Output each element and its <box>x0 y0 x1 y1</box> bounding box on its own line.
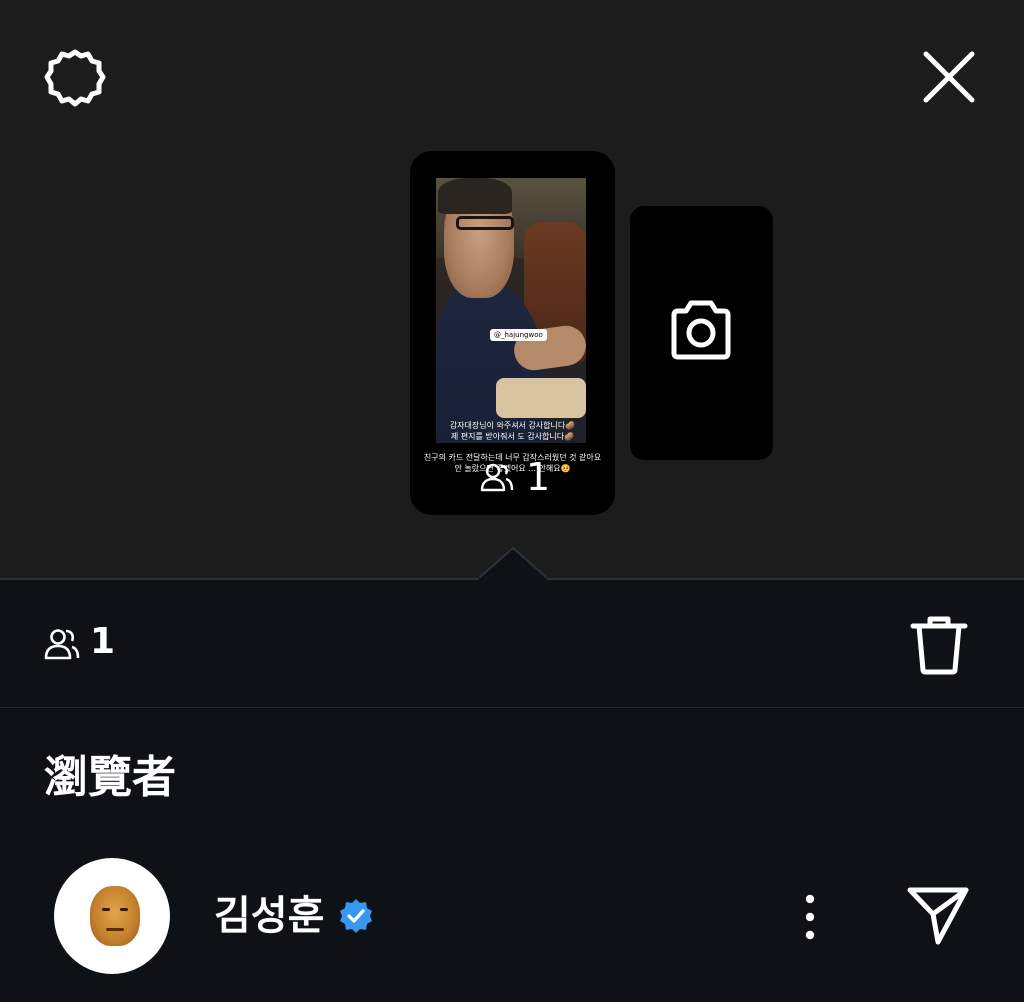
story-caption-top: 감자대장님이 와주셔서 감사합니다🥔 제 편지를 받아줘서 도 감사합니다🥔 <box>410 420 615 442</box>
avatar-face <box>90 886 140 946</box>
section-title: 瀏覽者 <box>44 752 176 803</box>
divider <box>0 707 1024 708</box>
mention-sticker: @_hajungwoo <box>490 329 547 341</box>
story-viewer-count: 1 <box>480 457 550 497</box>
avatar[interactable] <box>54 858 170 974</box>
caption-line: 감자대장님이 와주셔서 감사합니다🥔 <box>449 421 576 430</box>
gear-icon[interactable] <box>40 44 110 114</box>
camera-icon <box>671 300 731 360</box>
caption-line: 제 편지를 받아줘서 도 감사합니다🥔 <box>450 432 575 441</box>
story-thumbnail-selected[interactable]: @_hajungwoo 감자대장님이 와주셔서 감사합니다🥔 제 편지를 받아줘… <box>410 151 615 515</box>
story-viewer-count-value: 1 <box>526 455 551 499</box>
viewer-username[interactable]: 김성훈 <box>214 890 324 942</box>
verified-badge-icon <box>340 899 372 933</box>
viewer-list-item[interactable]: 김성훈 <box>0 854 1024 980</box>
viewers-panel: 1 瀏覽者 김성훈 <box>0 578 1024 1002</box>
selection-pointer <box>479 546 547 580</box>
close-icon[interactable] <box>916 44 982 110</box>
viewers-header: 1 <box>0 578 1024 708</box>
story-photo: @_hajungwoo <box>436 178 586 443</box>
story-preview-area: @_hajungwoo 감자대장님이 와주셔서 감사합니다🥔 제 편지를 받아줘… <box>0 0 1024 578</box>
trash-icon[interactable] <box>910 614 968 676</box>
people-icon <box>44 629 80 660</box>
people-icon <box>480 463 514 492</box>
add-story-card[interactable] <box>630 206 773 460</box>
more-vertical-icon[interactable] <box>796 892 824 942</box>
send-icon[interactable] <box>906 884 970 948</box>
viewers-count: 1 <box>90 621 116 662</box>
